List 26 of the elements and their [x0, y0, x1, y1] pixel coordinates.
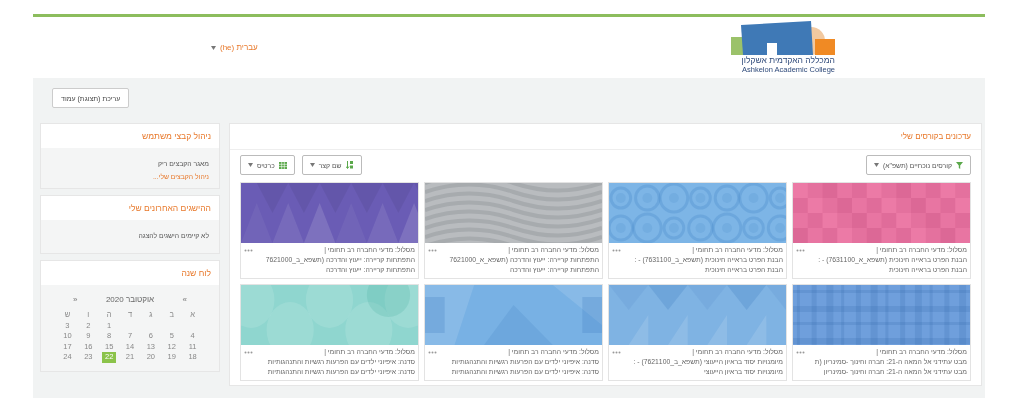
block-title: ניהול קבצי משתמש — [41, 124, 219, 148]
previous-month-link[interactable]: » — [182, 295, 187, 304]
sort-icon — [345, 161, 354, 169]
more-options-icon[interactable] — [428, 248, 437, 252]
grid-icon — [278, 161, 287, 169]
caret-icon — [874, 163, 879, 167]
caret-icon — [211, 45, 216, 50]
more-options-icon[interactable] — [244, 248, 253, 252]
logo-text: המכללה האקדמית אשקלון — [741, 56, 835, 65]
block-title: לוח שנה — [41, 261, 219, 285]
funnel-icon — [956, 161, 963, 169]
more-options-icon[interactable] — [612, 350, 621, 354]
more-options-icon[interactable] — [796, 350, 805, 354]
caret-icon — [309, 163, 315, 167]
more-options-icon[interactable] — [796, 248, 805, 252]
block-title: ההישגים האחרונים שלי — [41, 196, 219, 220]
month-title: אוקטובר 2020 — [105, 295, 155, 304]
next-month-link[interactable]: « — [73, 295, 78, 304]
caret-icon — [248, 163, 253, 167]
logo-emblem-icon — [731, 21, 835, 55]
more-options-icon[interactable] — [244, 350, 253, 354]
course-image[interactable] — [241, 183, 418, 243]
more-options-icon[interactable] — [428, 350, 437, 354]
language-menu[interactable]: עברית (he) — [211, 43, 258, 52]
block-title: עדכונים בקורסים שלי — [230, 124, 981, 150]
more-options-icon[interactable] — [612, 248, 621, 252]
